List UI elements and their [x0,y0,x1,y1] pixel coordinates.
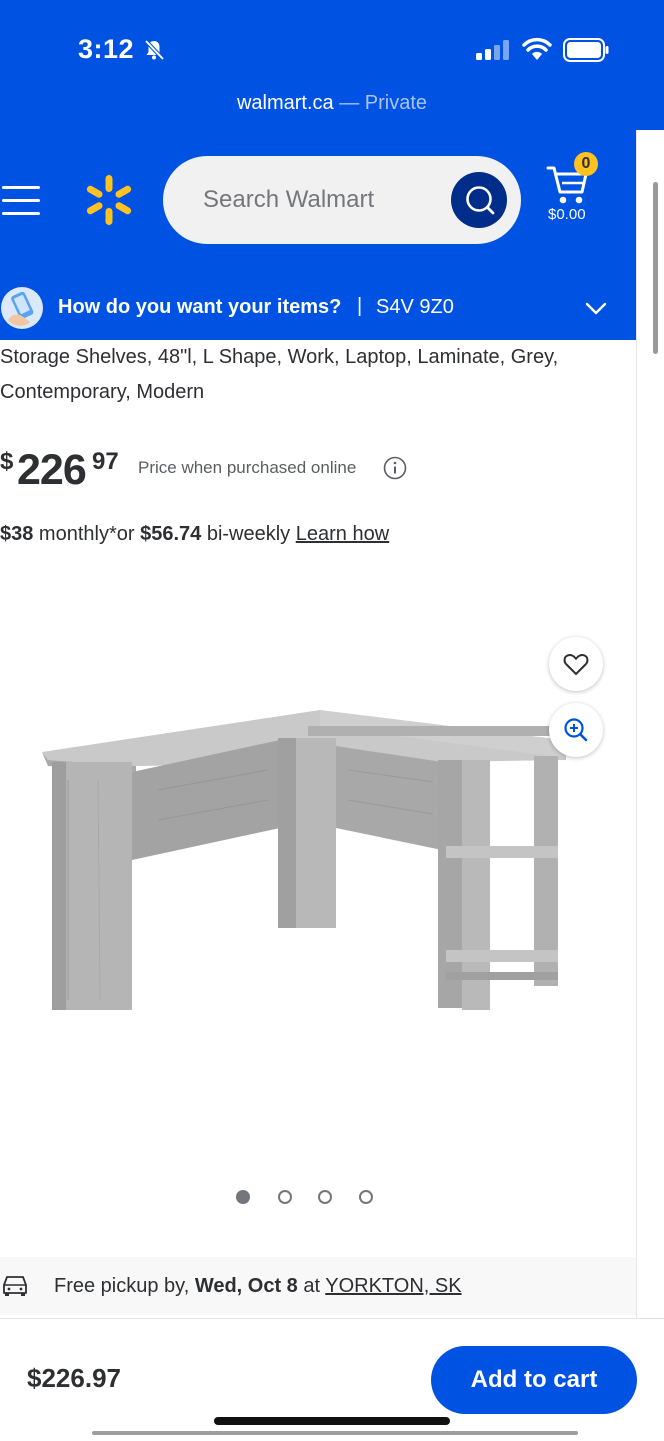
price-note: Price when purchased online [138,458,357,477]
safari-url-bar[interactable]: walmart.ca — Private [0,92,664,115]
cart-total: $0.00 [548,206,586,223]
carousel-dot-2[interactable] [278,1190,292,1204]
add-to-cart-button[interactable]: Add to cart [431,1346,637,1414]
info-icon[interactable] [383,456,407,480]
postal-code: S4V 9Z0 [376,296,454,318]
page-scroll-track [636,130,664,1318]
cart-count-badge: 0 [574,152,598,176]
zoom-in-icon [564,718,588,742]
carousel-dot-4[interactable] [359,1190,373,1204]
fulfillment-selector[interactable]: How do you want your items? | S4V 9Z0 [0,280,636,340]
cart-button[interactable]: 0 $0.00 [542,150,608,230]
search-icon [466,186,495,215]
pickup-store-link[interactable]: YORKTON, SK [325,1275,461,1297]
pickup-mid: at [297,1275,326,1297]
bell-slash-icon [144,39,165,61]
sticky-add-to-cart-bar: $226.97 Add to cart [0,1318,664,1441]
walmart-spark-logo[interactable] [84,174,134,226]
fulfillment-question: How do you want your items? [58,296,342,318]
heart-icon [563,654,589,675]
price-block: $ 226 97 Price when purchased online [0,440,630,500]
biweekly-text: bi-weekly [201,523,296,545]
url-domain: walmart.ca [236,92,334,114]
pickup-banner: Free pickup by, Wed, Oct 8 at YORKTON, S… [0,1257,636,1315]
product-title: Storage Shelves, 48"l, L Shape, Work, La… [0,346,559,403]
product-image-carousel[interactable] [0,560,636,1240]
chevron-down-icon [585,302,607,315]
zoom-button[interactable] [549,703,603,757]
carousel-dots [236,1190,386,1206]
learn-how-link[interactable]: Learn how [296,523,389,545]
favorite-button[interactable] [549,637,603,691]
search-button[interactable] [451,172,507,228]
product-image[interactable] [38,710,572,1030]
bottom-price: $226.97 [27,1363,121,1393]
carousel-dot-3[interactable] [318,1190,332,1204]
safari-toolbar-line [92,1431,578,1435]
financing-line: $38 monthly*or $56.74 bi-weekly Learn ho… [0,523,389,546]
wifi-icon [522,37,552,60]
home-indicator[interactable] [214,1417,450,1425]
private-mode-label: — Private [339,92,428,114]
page-scrollbar[interactable] [653,182,658,354]
monthly-text: monthly*or [33,523,141,545]
search-bar[interactable] [163,156,521,244]
pickup-text: Free pickup by, Wed, Oct 8 at YORKTON, S… [54,1275,462,1298]
hamburger-menu-icon[interactable] [2,186,40,216]
status-time: 3:12 [78,34,135,64]
biweekly-amount: $56.74 [140,523,202,545]
pickup-prefix: Free pickup by, [54,1275,195,1297]
carousel-dot-1[interactable] [236,1190,250,1204]
battery-icon [563,38,609,62]
fulfillment-divider: | [357,295,363,317]
cellular-signal-icon [476,40,509,60]
car-icon [3,1276,27,1296]
price-dollars: 226 [17,446,87,494]
phone-hand-icon [1,287,43,329]
search-input[interactable] [203,178,443,222]
pickup-date: Wed, Oct 8 [194,1275,298,1297]
monthly-amount: $38 [0,523,34,545]
ios-top-area: 3:12 walmart.ca — Private [0,0,664,130]
price-currency: $ [0,448,14,475]
price-cents: 97 [92,448,119,475]
